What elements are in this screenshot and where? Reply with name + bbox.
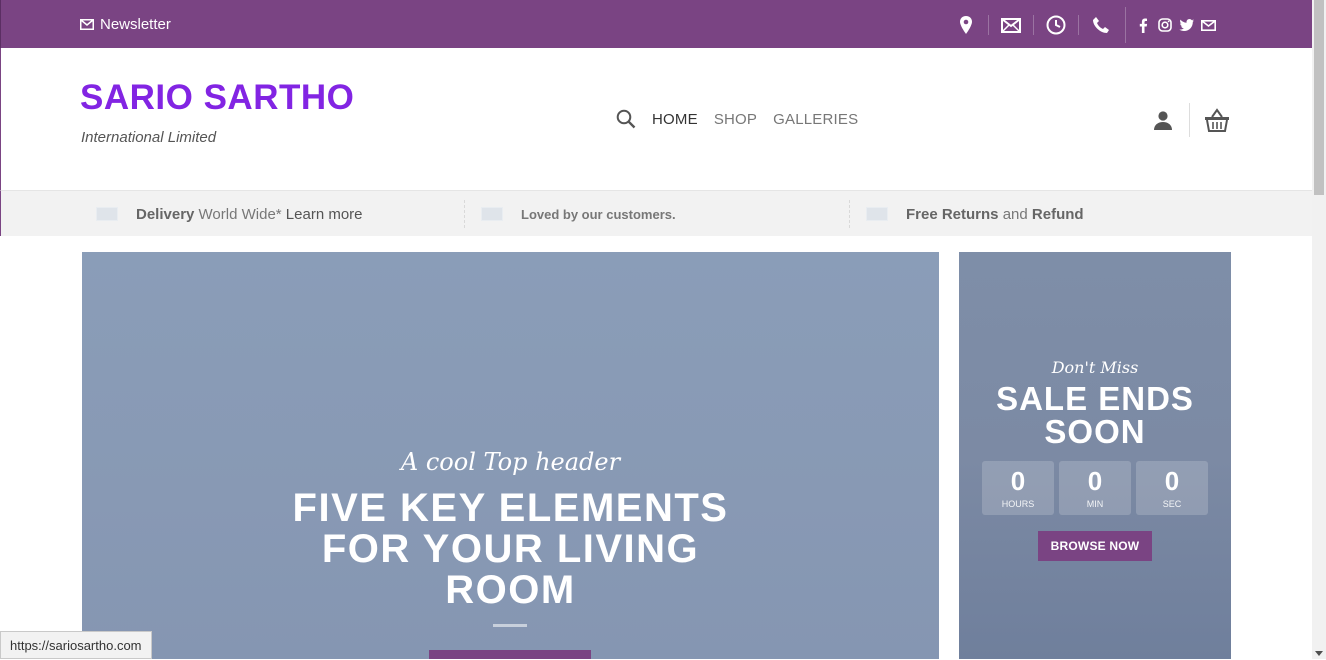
strip-delivery: Delivery World Wide* Learn more (96, 191, 363, 237)
hero-title: FIVE KEY ELEMENTS FOR YOUR LIVING ROOM (82, 488, 939, 611)
browse-now-button[interactable]: BROWSE NOW (1038, 531, 1152, 561)
main-nav: HOME SHOP GALLERIES (616, 109, 858, 129)
sec-label: SEC (1162, 499, 1182, 509)
returns-bold: Free Returns (906, 205, 999, 223)
logo-subtitle: International Limited (81, 129, 217, 146)
countdown-hours: 0 HOURS (982, 461, 1054, 515)
hero-divider (493, 624, 527, 627)
min-value: 0 (1087, 466, 1103, 496)
mail-icon[interactable] (1200, 17, 1217, 34)
top-bar: Newsletter (0, 0, 1312, 48)
nav-galleries[interactable]: GALLERIES (773, 111, 858, 128)
user-icon[interactable] (1153, 110, 1173, 130)
countdown: 0 HOURS 0 MIN 0 SEC (982, 461, 1208, 515)
search-icon[interactable] (616, 109, 636, 129)
status-url: https://sariosartho.com (0, 631, 152, 659)
facebook-icon[interactable] (1134, 17, 1151, 34)
strip-returns: Free Returns and Refund (866, 191, 1084, 237)
hero-title-line3: ROOM (445, 568, 576, 612)
hero-title-line2: FOR YOUR LIVING (321, 527, 700, 571)
hero-banner[interactable]: A cool Top header FIVE KEY ELEMENTS FOR … (82, 252, 939, 659)
sale-title-line1: SALE ENDS (996, 380, 1194, 417)
countdown-sec: 0 SEC (1136, 461, 1208, 515)
sale-title: SALE ENDS SOON (959, 382, 1231, 448)
sec-value: 0 (1164, 466, 1180, 496)
strip-loved: Loved by our customers. (481, 191, 676, 237)
hero-title-line1: FIVE KEY ELEMENTS (292, 486, 729, 530)
refund-bold: Refund (1031, 205, 1084, 223)
learn-more-link[interactable]: Learn more (286, 206, 363, 223)
sale-title-line2: SOON (1044, 413, 1146, 450)
scrollbar-thumb[interactable] (1314, 0, 1324, 195)
hours-label: HOURS (1001, 499, 1035, 509)
instagram-icon[interactable] (1156, 17, 1173, 34)
nav-home[interactable]: HOME (652, 111, 698, 128)
phone-icon[interactable] (1090, 14, 1112, 36)
returns-and: and (998, 205, 1032, 223)
page-scrollbar[interactable] (1312, 0, 1326, 659)
newsletter-link[interactable]: Newsletter (80, 16, 171, 33)
hero-script-text: A cool Top header (400, 448, 621, 476)
min-label: MIN (1086, 499, 1104, 509)
hero-button[interactable] (429, 650, 591, 659)
heart-icon (481, 207, 503, 221)
scroll-down-arrow-icon[interactable] (1315, 651, 1323, 656)
loved-text: Loved by our customers. (521, 206, 676, 222)
returns-icon (866, 207, 888, 221)
delivery-bold: Delivery (136, 205, 195, 223)
logo-title[interactable]: SARIO SARTHO (80, 78, 354, 118)
delivery-icon (96, 207, 118, 221)
newsletter-label: Newsletter (100, 16, 171, 33)
cart-basket-icon[interactable] (1204, 108, 1230, 132)
clock-icon[interactable] (1045, 14, 1067, 36)
nav-shop[interactable]: SHOP (714, 111, 757, 128)
countdown-min: 0 MIN (1059, 461, 1131, 515)
location-icon[interactable] (955, 14, 977, 36)
mail-icon[interactable] (1000, 14, 1022, 36)
delivery-text: World Wide* (194, 205, 286, 223)
dont-miss-text: Don't Miss (1051, 358, 1139, 377)
sale-promo: Don't Miss SALE ENDS SOON 0 HOURS 0 MIN … (959, 252, 1231, 659)
hours-value: 0 (1010, 466, 1026, 496)
info-strip: Delivery World Wide* Learn more Loved by… (0, 190, 1312, 236)
site-header: SARIO SARTHO International Limited HOME … (0, 48, 1312, 190)
twitter-icon[interactable] (1178, 17, 1195, 34)
envelope-icon (80, 19, 94, 30)
